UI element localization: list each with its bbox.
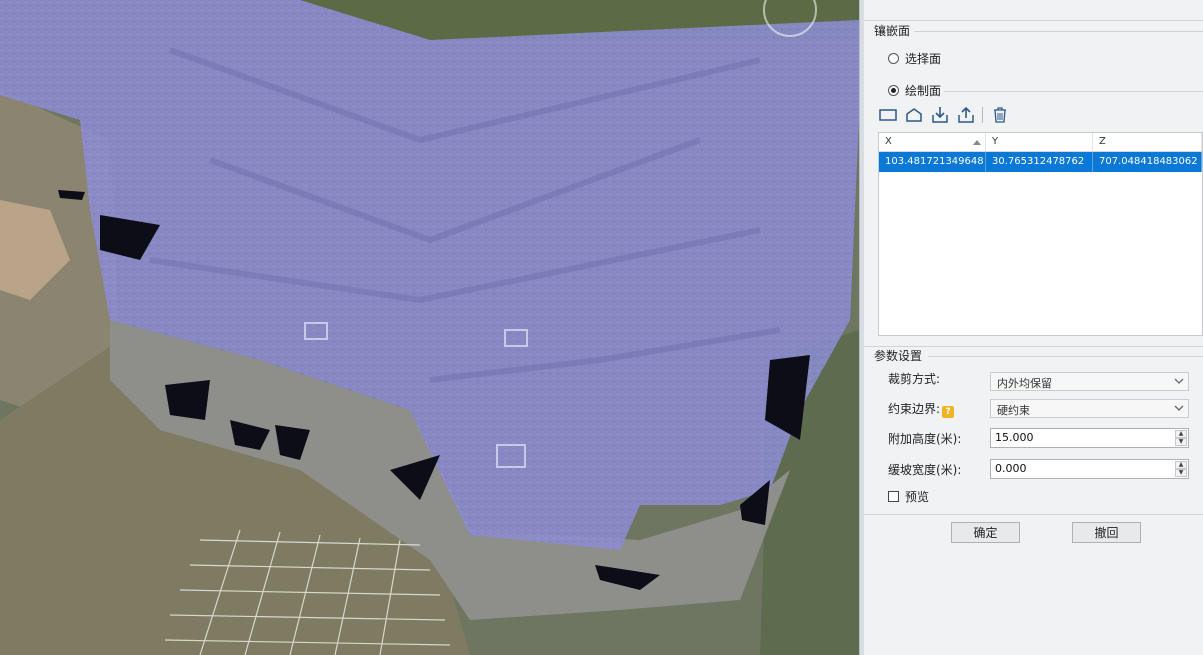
slope-width-stepper: ▲ ▼ (1175, 461, 1187, 477)
inlay-group-line (914, 31, 1203, 32)
params-group-title: 参数设置 (874, 349, 923, 363)
constraint-select[interactable]: 硬约束 (990, 399, 1189, 418)
clip-mode-value: 内外均保留 (997, 377, 1052, 390)
preview-label: 预览 (905, 490, 930, 504)
increment-button[interactable]: ▲ (1175, 461, 1187, 469)
decrement-button[interactable]: ▼ (1175, 469, 1187, 477)
extra-height-value: 15.000 (995, 431, 1034, 444)
export-icon (957, 106, 974, 123)
ok-button[interactable]: 确定 (951, 522, 1020, 543)
help-icon[interactable]: ? (942, 406, 955, 418)
draw-polygon-button[interactable] (904, 106, 923, 125)
export-button[interactable] (956, 106, 975, 125)
vertex-toolbar (878, 104, 1009, 126)
slope-width-value: 0.000 (995, 462, 1027, 475)
rectangle-icon (878, 109, 897, 121)
delete-icon (993, 107, 1006, 123)
clip-settings-panel: 镶嵌面 选择面 绘制面 X Y Z 103.481721349648 30.76… (864, 0, 1203, 655)
chevron-down-icon (1174, 405, 1184, 411)
import-button[interactable] (930, 106, 949, 125)
delete-button[interactable] (990, 106, 1009, 125)
polygon-icon (905, 108, 922, 122)
extra-height-label: 附加高度(米): (888, 432, 962, 446)
constraint-label: 约束边界:? (888, 400, 955, 418)
slope-width-input[interactable]: 0.000 ▲ ▼ (990, 459, 1189, 479)
cell-z[interactable]: 707.048418483062 (1093, 152, 1202, 172)
clip-mode-select[interactable]: 内外均保留 (990, 372, 1189, 391)
toolbar-separator (982, 107, 983, 123)
radio-draw-face[interactable]: 绘制面 (888, 82, 941, 99)
radio-select-face-label: 选择面 (905, 52, 942, 66)
undo-button[interactable]: 撤回 (1072, 522, 1141, 543)
vertex-table-header: X Y Z (879, 133, 1202, 152)
column-header-y[interactable]: Y (986, 133, 1093, 151)
draw-face-line (944, 91, 1203, 92)
slope-width-label: 缓坡宽度(米): (888, 463, 962, 477)
inlay-group-title: 镶嵌面 (874, 24, 911, 38)
cell-y[interactable]: 30.765312478762 (986, 152, 1093, 172)
draw-rectangle-button[interactable] (878, 106, 897, 125)
table-row[interactable]: 103.481721349648 30.765312478762 707.048… (879, 152, 1202, 172)
buttons-divider (864, 514, 1203, 515)
radio-select-face[interactable]: 选择面 (888, 50, 941, 67)
import-icon (931, 107, 948, 123)
panel-top-divider (864, 20, 1203, 21)
preview-checkbox-box[interactable] (888, 491, 899, 502)
sort-arrow-icon (973, 140, 981, 145)
clip-mode-label: 裁剪方式: (888, 372, 941, 386)
extra-height-stepper: ▲ ▼ (1175, 430, 1187, 446)
radio-draw-face-label: 绘制面 (905, 84, 942, 98)
preview-checkbox[interactable]: 预览 (888, 488, 929, 505)
params-group-line (928, 356, 1203, 357)
column-header-z[interactable]: Z (1093, 133, 1202, 151)
map-viewport[interactable] (0, 0, 859, 655)
decrement-button[interactable]: ▼ (1175, 438, 1187, 446)
column-header-x[interactable]: X (879, 133, 986, 151)
constraint-value: 硬约束 (997, 404, 1030, 417)
vertex-table[interactable]: X Y Z 103.481721349648 30.765312478762 7… (878, 132, 1203, 336)
increment-button[interactable]: ▲ (1175, 430, 1187, 438)
chevron-down-icon (1174, 378, 1184, 384)
radio-draw-face-dot[interactable] (888, 85, 899, 96)
radio-select-face-dot[interactable] (888, 53, 899, 64)
cell-x[interactable]: 103.481721349648 (879, 152, 986, 172)
extra-height-input[interactable]: 15.000 ▲ ▼ (990, 428, 1189, 448)
